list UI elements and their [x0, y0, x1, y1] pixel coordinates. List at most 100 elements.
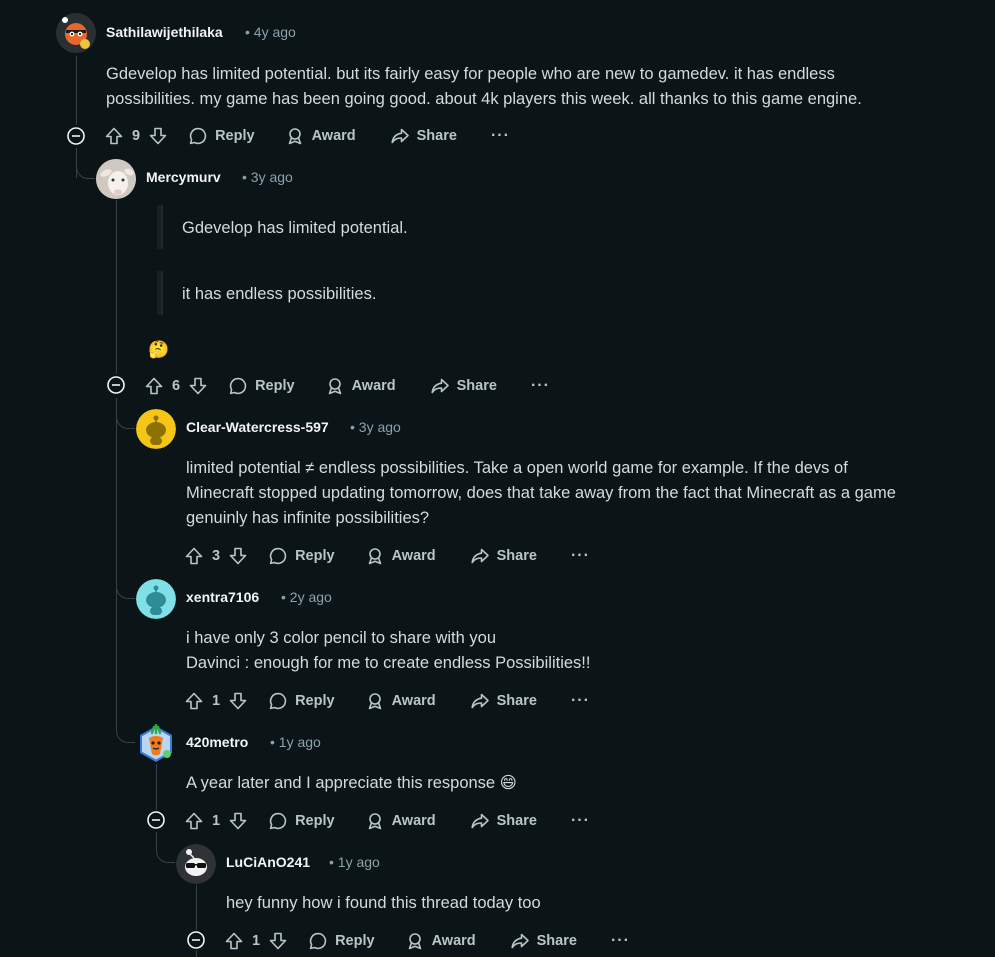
upvote-button[interactable]	[184, 546, 204, 566]
comment-timestamp[interactable]: • 1y ago	[270, 734, 321, 750]
award-button[interactable]: Award	[325, 376, 396, 396]
downvote-button[interactable]	[148, 126, 168, 146]
thread-line-level-4	[196, 885, 197, 930]
share-button[interactable]: Share	[470, 546, 537, 566]
share-arrow-icon	[391, 128, 409, 144]
comment-timestamp[interactable]: • 3y ago	[242, 169, 293, 185]
comment-author[interactable]: Clear-Watercress-597	[186, 419, 329, 435]
share-button[interactable]: Share	[390, 126, 457, 146]
upvote-icon	[185, 692, 203, 710]
downvote-button[interactable]	[228, 811, 248, 831]
more-options-button[interactable]: ···	[611, 932, 630, 950]
share-label: Share	[496, 693, 537, 709]
collapse-thread-button[interactable]	[187, 931, 205, 949]
collapse-thread-button[interactable]	[147, 811, 165, 829]
yellow-snoo-avatar[interactable]	[136, 409, 176, 449]
downvote-button[interactable]	[268, 931, 288, 951]
upvote-icon	[145, 377, 163, 395]
downvote-button[interactable]	[228, 546, 248, 566]
downvote-icon	[229, 812, 247, 830]
downvote-icon	[189, 377, 207, 395]
share-arrow-icon	[511, 933, 529, 949]
reply-bubble-icon	[269, 547, 287, 565]
carrot-avatar[interactable]	[136, 724, 176, 764]
more-options-button[interactable]: ···	[491, 127, 510, 145]
award-icon	[368, 548, 381, 565]
comment-body-line: hey funny how i found this thread today …	[226, 894, 541, 912]
reply-button[interactable]: Reply	[188, 126, 255, 146]
upvote-icon	[105, 127, 123, 145]
reply-button[interactable]: Reply	[228, 376, 295, 396]
award-icon	[368, 813, 381, 830]
thread-line-level-1	[76, 56, 77, 125]
comment-action-bar: 3 Reply Award Share ···	[184, 541, 590, 571]
comment-author[interactable]: LuCiAnO241	[226, 854, 310, 870]
cyan-snoo-avatar[interactable]	[136, 579, 176, 619]
downvote-icon	[229, 692, 247, 710]
comment-timestamp[interactable]: • 1y ago	[329, 854, 380, 870]
thread-elbow	[76, 154, 95, 179]
more-options-button[interactable]: ···	[571, 812, 590, 830]
reply-button[interactable]: Reply	[308, 931, 375, 951]
reply-label: Reply	[295, 813, 335, 829]
more-options-button[interactable]: ···	[571, 692, 590, 710]
reply-label: Reply	[255, 378, 295, 394]
award-button[interactable]: Award	[285, 126, 356, 146]
comment-timestamp[interactable]: • 3y ago	[350, 419, 401, 435]
share-button[interactable]: Share	[430, 376, 497, 396]
award-button[interactable]: Award	[365, 811, 436, 831]
blockquote-bar	[157, 205, 163, 249]
quoted-text: it has endless possibilities.	[182, 285, 377, 303]
downvote-icon	[229, 547, 247, 565]
vote-count: 1	[212, 693, 221, 709]
collapse-thread-button[interactable]	[67, 127, 85, 145]
collapse-thread-button[interactable]	[107, 376, 125, 394]
upvote-icon	[185, 547, 203, 565]
award-icon	[408, 933, 421, 950]
reply-button[interactable]: Reply	[268, 546, 335, 566]
upvote-button[interactable]	[184, 811, 204, 831]
comment-action-bar: 1 Reply Award Share ···	[184, 806, 590, 836]
comment-action-bar: 6 Reply Award Share ···	[144, 371, 550, 401]
upvote-button[interactable]	[144, 376, 164, 396]
upvote-button[interactable]	[224, 931, 244, 951]
vote-count: 6	[172, 378, 181, 394]
more-options-button[interactable]: ···	[531, 377, 550, 395]
blockquote-bar	[157, 271, 163, 315]
upvote-button[interactable]	[104, 126, 124, 146]
share-arrow-icon	[471, 548, 489, 564]
comment-author[interactable]: xentra7106	[186, 589, 259, 605]
comment-author[interactable]: 420metro	[186, 734, 248, 750]
downvote-button[interactable]	[228, 691, 248, 711]
share-button[interactable]: Share	[510, 931, 577, 951]
thread-elbow	[116, 718, 135, 743]
reply-label: Reply	[215, 128, 255, 144]
upvote-button[interactable]	[184, 691, 204, 711]
award-button[interactable]: Award	[365, 546, 436, 566]
award-icon	[288, 128, 301, 145]
sunglasses-snoo-avatar[interactable]	[176, 844, 216, 884]
reply-button[interactable]: Reply	[268, 691, 335, 711]
comment-body-line: i have only 3 color pencil to share with…	[186, 629, 497, 647]
downvote-icon	[149, 127, 167, 145]
share-button[interactable]: Share	[470, 691, 537, 711]
comment-author[interactable]: Sathilawijethilaka	[106, 24, 223, 40]
reply-label: Reply	[295, 548, 335, 564]
more-options-button[interactable]: ···	[571, 547, 590, 565]
comment-body-line: genuinly has infinite possibilities?	[186, 509, 430, 527]
comment-timestamp[interactable]: • 2y ago	[281, 589, 332, 605]
award-icon	[328, 378, 341, 395]
snoo-tiger-avatar[interactable]	[56, 13, 96, 53]
reply-button[interactable]: Reply	[268, 811, 335, 831]
thread-elbow	[156, 838, 175, 863]
comment-timestamp[interactable]: • 4y ago	[245, 24, 296, 40]
award-button[interactable]: Award	[405, 931, 476, 951]
comment-author[interactable]: Mercymurv	[146, 169, 221, 185]
share-button[interactable]: Share	[470, 811, 537, 831]
goat-avatar[interactable]	[96, 159, 136, 199]
thread-line-level-3	[156, 764, 157, 810]
downvote-button[interactable]	[188, 376, 208, 396]
comment-action-bar: 1 Reply Award Share ···	[224, 926, 630, 956]
award-button[interactable]: Award	[365, 691, 436, 711]
share-label: Share	[456, 378, 497, 394]
